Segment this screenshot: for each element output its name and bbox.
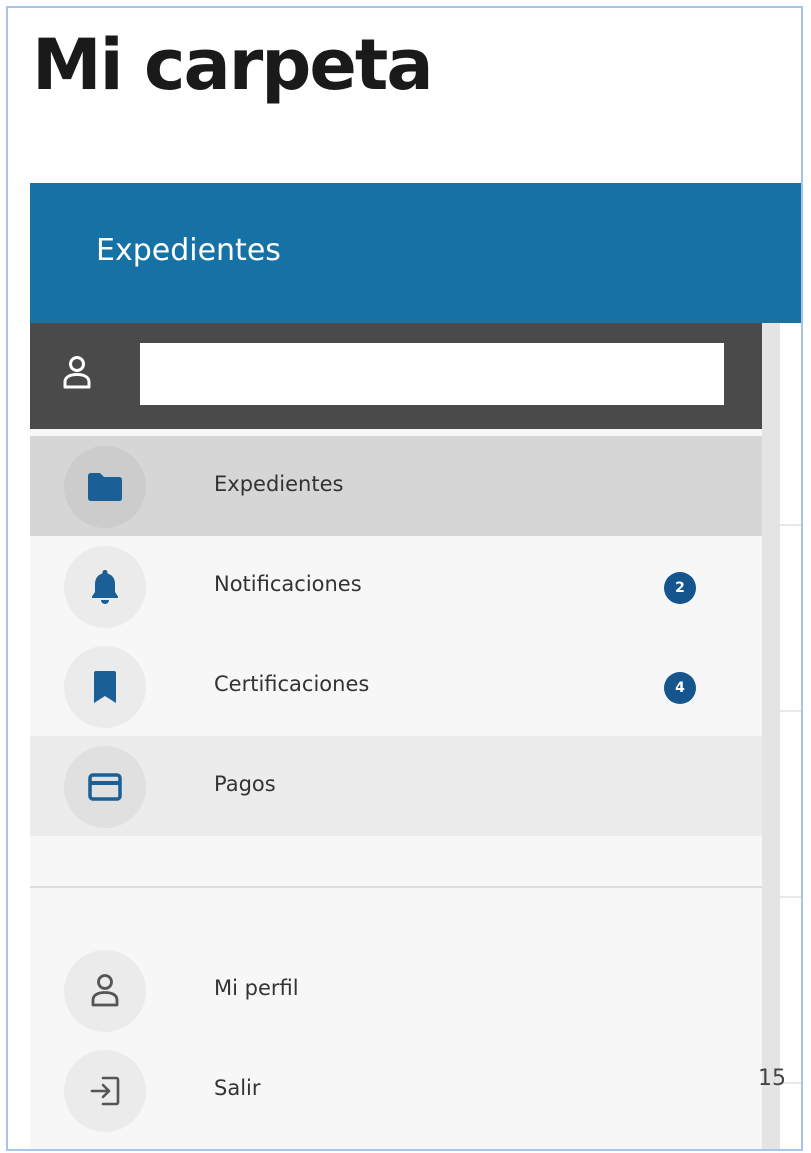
page-number: 15 <box>758 1066 786 1091</box>
content-row-divider <box>780 524 801 526</box>
sidebar-item-label: Notificaciones <box>214 572 362 596</box>
sidebar-item-label: Expedientes <box>214 472 344 496</box>
sidebar-item-salir[interactable]: Salir <box>30 1040 762 1140</box>
sidebar: Expedientes Notificaciones 2 Certificaci… <box>30 323 762 1149</box>
nav-icon-circle <box>64 446 146 528</box>
bell-icon <box>92 570 118 604</box>
sidebar-item-certificaciones[interactable]: Certificaciones 4 <box>30 636 762 736</box>
user-search-input[interactable] <box>140 343 724 405</box>
nav-icon-circle <box>64 950 146 1032</box>
certification-count-badge: 4 <box>664 672 696 704</box>
page-title: Mi carpeta <box>32 24 434 106</box>
bookmark-icon <box>94 671 116 703</box>
user-bar <box>30 323 762 429</box>
sidebar-item-label: Pagos <box>214 772 276 796</box>
logout-icon <box>90 1076 120 1106</box>
notification-count-badge: 2 <box>664 572 696 604</box>
credit-card-icon <box>88 773 122 801</box>
sidebar-item-label: Mi perfil <box>214 976 299 1000</box>
content-row-divider <box>780 710 801 712</box>
sidebar-scrollbar[interactable] <box>762 323 780 1149</box>
sidebar-item-pagos[interactable]: Pagos <box>30 736 762 836</box>
nav-icon-circle <box>64 746 146 828</box>
content-pane <box>780 345 801 1149</box>
folder-icon <box>88 473 122 501</box>
nav-icon-circle <box>64 646 146 728</box>
user-icon <box>91 974 119 1007</box>
nav-icon-circle <box>64 1050 146 1132</box>
content-row-divider <box>780 896 801 898</box>
sidebar-item-label: Certificaciones <box>214 672 370 696</box>
app-header: Expedientes <box>30 183 801 323</box>
user-icon <box>63 356 91 389</box>
sidebar-item-expedientes[interactable]: Expedientes <box>30 436 762 536</box>
sidebar-divider <box>30 886 762 888</box>
sidebar-item-label: Salir <box>214 1076 261 1100</box>
nav-icon-circle <box>64 546 146 628</box>
header-title: Expedientes <box>96 233 281 268</box>
sidebar-item-mi-perfil[interactable]: Mi perfil <box>30 940 762 1040</box>
screenshot-frame: Mi carpeta Expedientes Expedientes Notif… <box>6 6 803 1151</box>
sidebar-item-notificaciones[interactable]: Notificaciones 2 <box>30 536 762 636</box>
